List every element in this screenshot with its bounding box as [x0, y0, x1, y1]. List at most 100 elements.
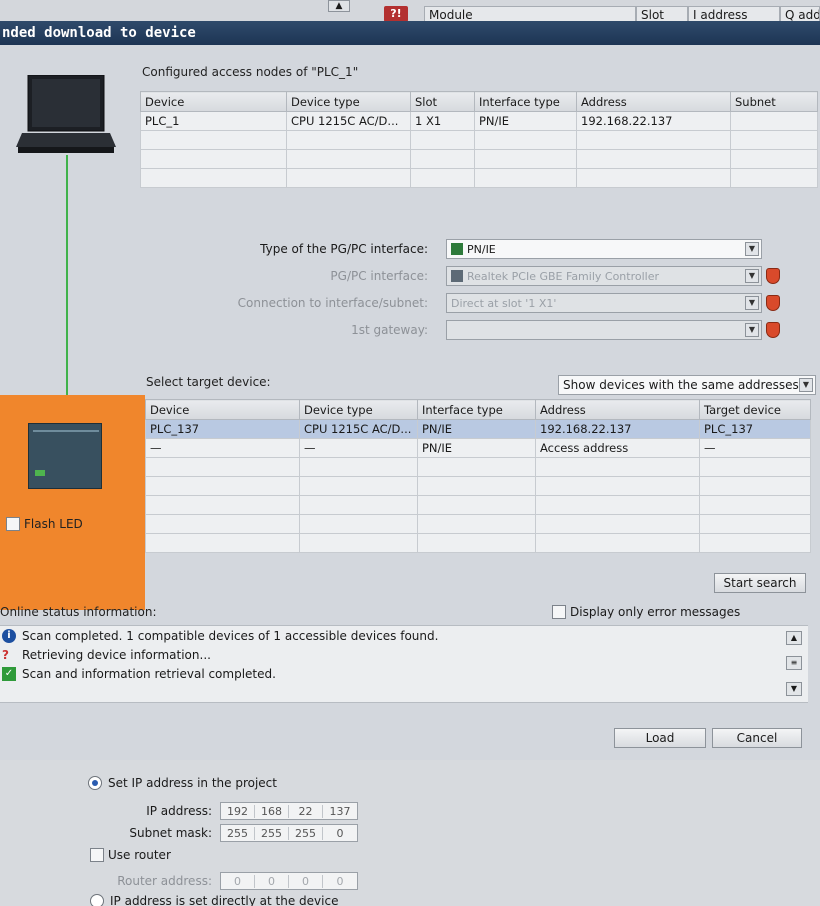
chevron-down-icon[interactable]: ▼ — [745, 242, 759, 256]
use-router-checkbox[interactable]: Use router — [90, 848, 171, 862]
pgpc-interface-label: PG/PC interface: — [330, 269, 428, 283]
cell-interface-type: PN/IE — [417, 419, 536, 439]
ip-octet[interactable]: 137 — [323, 805, 357, 818]
checkbox-icon[interactable] — [90, 848, 104, 862]
list-item: i Scan completed. 1 compatible devices o… — [2, 629, 438, 643]
cell-device: — — [145, 438, 300, 458]
router-octet[interactable]: 0 — [289, 874, 323, 888]
ip-direct-radio[interactable]: IP address is set directly at the device — [90, 894, 338, 906]
shield-icon[interactable] — [766, 322, 780, 338]
router-address-field[interactable]: 0 0 0 0 — [220, 872, 358, 890]
status-messages: i Scan completed. 1 compatible devices o… — [0, 625, 808, 703]
target-devices-table: Device Device type Interface type Addres… — [145, 399, 811, 553]
mask-octet[interactable]: 255 — [221, 826, 255, 840]
ip-octet[interactable]: 22 — [289, 804, 323, 818]
table-row — [145, 495, 811, 515]
chevron-down-icon[interactable]: ▼ — [745, 296, 759, 310]
subnet-mask-row: Subnet mask: 255 255 255 0 — [100, 824, 358, 842]
scroll-up-button[interactable]: ▲ — [328, 0, 350, 12]
cell-device: PLC_137 — [145, 419, 300, 439]
cell-device-type: — — [299, 438, 418, 458]
scroll-down-icon[interactable]: ▼ — [786, 682, 802, 696]
col-device-type[interactable]: Device type — [299, 399, 418, 420]
list-item: ? Retrieving device information... — [2, 648, 211, 662]
ip-address-label: IP address: — [146, 804, 212, 818]
table-row — [140, 149, 818, 169]
col-target-device[interactable]: Target device — [699, 399, 811, 420]
connection-line — [66, 155, 68, 400]
cell-subnet[interactable] — [730, 111, 818, 131]
cell-address: 192.168.22.137 — [535, 419, 700, 439]
mask-octet[interactable]: 255 — [255, 826, 289, 840]
router-octet[interactable]: 0 — [221, 874, 255, 888]
col-address[interactable]: Address — [535, 399, 700, 420]
col-interface-type[interactable]: Interface type — [417, 399, 536, 420]
list-item: ✓ Scan and information retrieval complet… — [2, 667, 276, 681]
cell-address: 192.168.22.137 — [576, 111, 731, 131]
scroll-up-icon[interactable]: ▲ — [786, 631, 802, 645]
set-ip-radio[interactable]: Set IP address in the project — [88, 776, 277, 790]
col-slot[interactable]: Slot — [410, 91, 475, 112]
connection-row: Connection to interface/subnet: Direct a… — [200, 293, 780, 313]
col-subnet[interactable]: Subnet — [730, 91, 818, 112]
gateway-dropdown[interactable]: ▼ — [446, 320, 762, 340]
col-interface-type[interactable]: Interface type — [474, 91, 577, 112]
mask-octet[interactable]: 255 — [289, 826, 323, 840]
mask-octet[interactable]: 0 — [323, 827, 357, 840]
pgpc-type-dropdown[interactable]: PN/IE ▼ — [446, 239, 762, 259]
col-device[interactable]: Device — [140, 91, 287, 112]
table-row[interactable]: PLC_1 CPU 1215C AC/D... 1 X1 PN/IE 192.1… — [140, 111, 818, 131]
chevron-down-icon[interactable]: ▼ — [745, 323, 759, 337]
pgpc-type-label: Type of the PG/PC interface: — [260, 242, 428, 256]
info-icon: i — [2, 629, 16, 643]
chevron-down-icon[interactable]: ▼ — [799, 378, 813, 392]
scroll-thumb[interactable]: ≡ — [786, 656, 802, 670]
configured-nodes-table: Device Device type Slot Interface type A… — [140, 91, 818, 188]
cell-device-type: CPU 1215C AC/D... — [286, 111, 411, 131]
cancel-button[interactable]: Cancel — [712, 728, 802, 748]
radio-selected-icon[interactable] — [88, 776, 102, 790]
nic-icon — [451, 270, 463, 282]
table-row — [145, 457, 811, 477]
connection-value: Direct at slot '1 X1' — [451, 296, 557, 310]
only-errors-checkbox[interactable]: Display only error messages — [552, 605, 740, 619]
chevron-down-icon[interactable]: ▼ — [745, 269, 759, 283]
col-device-type[interactable]: Device type — [286, 91, 411, 112]
subnet-mask-field[interactable]: 255 255 255 0 — [220, 824, 358, 842]
shield-icon[interactable] — [766, 268, 780, 284]
radio-icon[interactable] — [90, 894, 104, 906]
only-errors-label: Display only error messages — [570, 605, 741, 619]
load-button[interactable]: Load — [614, 728, 706, 748]
pgpc-type-row: Type of the PG/PC interface: PN/IE ▼ — [200, 239, 762, 259]
router-octet[interactable]: 0 — [323, 875, 357, 888]
col-device[interactable]: Device — [145, 399, 300, 420]
message-text: Retrieving device information... — [22, 648, 211, 662]
device-filter-dropdown[interactable]: Show devices with the same addresses ▼ — [558, 375, 816, 395]
ip-settings-panel: Set IP address in the project IP address… — [0, 760, 820, 906]
start-search-button[interactable]: Start search — [714, 573, 806, 593]
flash-led-checkbox[interactable]: Flash LED — [6, 517, 83, 531]
gateway-label: 1st gateway: — [351, 323, 428, 337]
table-row[interactable]: — — PN/IE Access address — — [145, 438, 811, 458]
col-address[interactable]: Address — [576, 91, 731, 112]
shield-icon[interactable] — [766, 295, 780, 311]
check-icon: ✓ — [2, 667, 16, 681]
pg-laptop-icon — [16, 75, 116, 153]
cell-interface-type: PN/IE — [417, 438, 536, 458]
target-device-panel: Flash LED — [0, 395, 145, 610]
table-row — [140, 168, 818, 188]
table-row-selected[interactable]: PLC_137 CPU 1215C AC/D... PN/IE 192.168.… — [145, 419, 811, 439]
connection-dropdown[interactable]: Direct at slot '1 X1' ▼ — [446, 293, 762, 313]
ip-octet[interactable]: 192 — [221, 804, 255, 818]
ip-octet[interactable]: 168 — [255, 804, 289, 818]
pgpc-interface-dropdown[interactable]: Realtek PCIe GBE Family Controller ▼ — [446, 266, 762, 286]
pgpc-interface-value: Realtek PCIe GBE Family Controller — [467, 269, 660, 283]
checkbox-icon[interactable] — [552, 605, 566, 619]
checkbox-icon[interactable] — [6, 517, 20, 531]
router-octet[interactable]: 0 — [255, 874, 289, 888]
use-router-label: Use router — [108, 848, 171, 862]
ip-address-field[interactable]: 192 168 22 137 — [220, 802, 358, 820]
table-row — [145, 533, 811, 553]
connection-graphic — [0, 45, 138, 400]
set-ip-label: Set IP address in the project — [108, 776, 277, 790]
